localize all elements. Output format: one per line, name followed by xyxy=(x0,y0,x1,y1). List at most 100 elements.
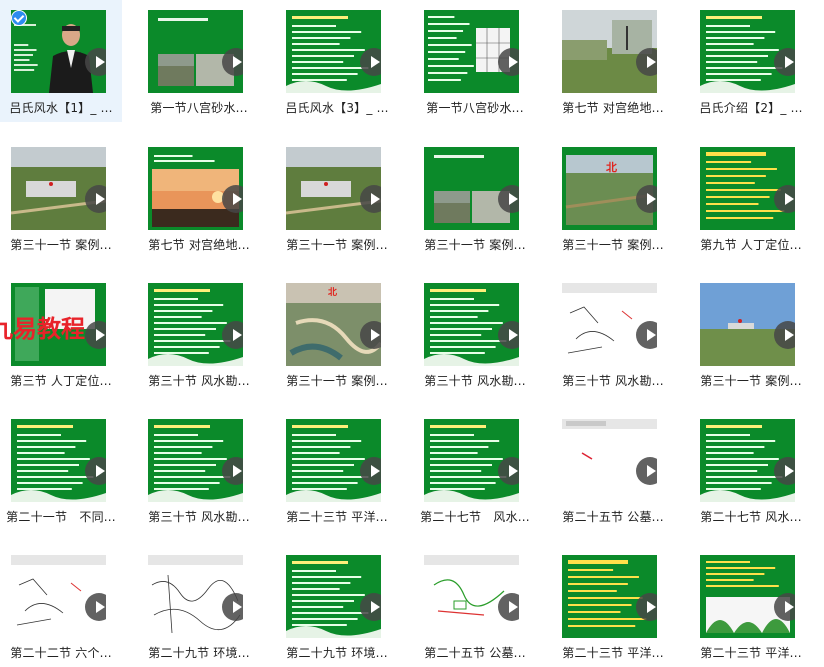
video-thumbnail[interactable] xyxy=(562,10,657,93)
video-tile[interactable]: 第二十三节 平洋... xyxy=(690,545,812,667)
video-thumbnail[interactable]: 北 xyxy=(286,283,381,366)
video-caption[interactable]: 第三十一节 案例... xyxy=(0,236,122,253)
video-tile[interactable]: 第九节 人丁定位... xyxy=(690,137,812,259)
video-caption[interactable]: 第九节 人丁定位... xyxy=(690,236,812,253)
video-thumbnail[interactable] xyxy=(700,10,795,93)
video-caption[interactable]: 第三十节 风水勘... xyxy=(138,508,260,525)
video-thumbnail[interactable] xyxy=(286,555,381,638)
video-caption[interactable]: 第三节 人丁定位... xyxy=(0,372,122,389)
video-tile[interactable]: 吕氏风水【3】_ ... xyxy=(276,0,398,122)
video-tile[interactable]: 第一节八宫砂水... xyxy=(138,0,260,122)
video-thumbnail[interactable] xyxy=(148,147,243,230)
video-tile[interactable]: 吕氏风水【1】_ ... xyxy=(0,0,122,122)
play-icon[interactable] xyxy=(636,48,657,76)
video-tile[interactable]: 吕氏介绍【2】_ ... xyxy=(690,0,812,122)
video-tile[interactable]: 第二十七节 风水... xyxy=(690,409,812,531)
video-tile[interactable]: 第二十五节 公墓... xyxy=(414,545,536,667)
video-thumbnail[interactable] xyxy=(11,419,106,502)
video-thumbnail[interactable] xyxy=(424,419,519,502)
video-thumbnail[interactable] xyxy=(148,555,243,638)
play-icon[interactable] xyxy=(360,593,381,621)
play-icon[interactable] xyxy=(774,185,795,213)
video-thumbnail[interactable] xyxy=(286,419,381,502)
video-caption[interactable]: 第七节 对宫绝地... xyxy=(138,236,260,253)
video-thumbnail[interactable] xyxy=(11,147,106,230)
play-icon[interactable] xyxy=(498,457,519,485)
video-tile[interactable]: 第二十二节 六个... xyxy=(0,545,122,667)
video-caption[interactable]: 第二十五节 公墓... xyxy=(552,508,674,525)
video-caption[interactable]: 第三十一节 案例... xyxy=(690,372,812,389)
video-thumbnail[interactable] xyxy=(700,147,795,230)
video-thumbnail[interactable] xyxy=(286,10,381,93)
selected-check-icon[interactable] xyxy=(11,10,27,26)
video-tile[interactable]: 第二十五节 公墓... xyxy=(552,409,674,531)
video-tile[interactable]: 第三十节 风水勘... xyxy=(138,409,260,531)
play-icon[interactable] xyxy=(774,321,795,349)
video-caption[interactable]: 吕氏风水【1】_ ... xyxy=(0,99,122,116)
play-icon[interactable] xyxy=(360,48,381,76)
video-tile[interactable]: 第二十九节 环境... xyxy=(138,545,260,667)
video-tile[interactable]: 第三十一节 案例... xyxy=(690,273,812,395)
video-thumbnail[interactable] xyxy=(424,147,519,230)
play-icon[interactable] xyxy=(498,593,519,621)
play-icon[interactable] xyxy=(222,593,243,621)
video-tile[interactable]: 第七节 对宫绝地... xyxy=(138,137,260,259)
video-thumbnail[interactable] xyxy=(11,555,106,638)
video-caption[interactable]: 吕氏介绍【2】_ ... xyxy=(690,99,812,116)
video-thumbnail[interactable] xyxy=(148,10,243,93)
play-icon[interactable] xyxy=(498,321,519,349)
play-icon[interactable] xyxy=(360,185,381,213)
video-tile[interactable]: 北第三十一节 案例... xyxy=(276,273,398,395)
play-icon[interactable] xyxy=(360,321,381,349)
play-icon[interactable] xyxy=(85,48,106,76)
video-thumbnail[interactable] xyxy=(424,283,519,366)
play-icon[interactable] xyxy=(498,48,519,76)
video-caption[interactable]: 第三十节 风水勘... xyxy=(138,372,260,389)
play-icon[interactable] xyxy=(636,321,657,349)
play-icon[interactable] xyxy=(222,48,243,76)
video-caption[interactable]: 第二十七节 风水... xyxy=(690,508,812,525)
play-icon[interactable] xyxy=(636,185,657,213)
play-icon[interactable] xyxy=(222,457,243,485)
video-thumbnail[interactable] xyxy=(562,555,657,638)
video-caption[interactable]: 第二十二节 六个... xyxy=(0,644,122,661)
video-tile[interactable]: 第三十节 风水勘... xyxy=(552,273,674,395)
play-icon[interactable] xyxy=(774,593,795,621)
video-thumbnail[interactable] xyxy=(424,555,519,638)
video-caption[interactable]: 第三十一节 案例... xyxy=(276,372,398,389)
play-icon[interactable] xyxy=(222,185,243,213)
video-thumbnail[interactable] xyxy=(148,419,243,502)
video-caption[interactable]: 第二十七节 风水... xyxy=(414,508,536,525)
video-caption[interactable]: 第二十三节 平洋... xyxy=(552,644,674,661)
video-tile[interactable]: 第二十一节 不同... xyxy=(0,409,122,531)
play-icon[interactable] xyxy=(774,48,795,76)
video-tile[interactable]: 第七节 对宫绝地... xyxy=(552,0,674,122)
video-tile[interactable]: 第一节八宫砂水... xyxy=(414,0,536,122)
video-tile[interactable]: 第三十一节 案例... xyxy=(0,137,122,259)
video-caption[interactable]: 第二十三节 平洋... xyxy=(690,644,812,661)
video-tile[interactable]: 第二十九节 环境... xyxy=(276,545,398,667)
video-tile[interactable]: 九易教程 第三节 人丁定位... xyxy=(0,273,122,395)
play-icon[interactable] xyxy=(498,185,519,213)
play-icon[interactable] xyxy=(222,321,243,349)
video-thumbnail[interactable] xyxy=(286,147,381,230)
video-thumbnail[interactable]: 北 xyxy=(562,147,657,230)
video-caption[interactable]: 第三十一节 案例... xyxy=(552,236,674,253)
video-tile[interactable]: 第二十三节 平洋... xyxy=(276,409,398,531)
video-thumbnail[interactable] xyxy=(700,419,795,502)
video-caption[interactable]: 第三十节 风水勘... xyxy=(414,372,536,389)
video-thumbnail[interactable] xyxy=(562,283,657,366)
video-caption[interactable]: 第三十一节 案例... xyxy=(414,236,536,253)
video-caption[interactable]: 第二十三节 平洋... xyxy=(276,508,398,525)
video-caption[interactable]: 第二十五节 公墓... xyxy=(414,644,536,661)
video-caption[interactable]: 第二十九节 环境... xyxy=(276,644,398,661)
play-icon[interactable] xyxy=(85,457,106,485)
video-thumbnail[interactable] xyxy=(562,419,657,502)
video-caption[interactable]: 第三十一节 案例... xyxy=(276,236,398,253)
video-caption[interactable]: 吕氏风水【3】_ ... xyxy=(276,99,398,116)
video-caption[interactable]: 第一节八宫砂水... xyxy=(138,99,260,116)
video-caption[interactable]: 第一节八宫砂水... xyxy=(414,99,536,116)
video-tile[interactable]: 第二十三节 平洋... xyxy=(552,545,674,667)
video-thumbnail[interactable] xyxy=(700,555,795,638)
play-icon[interactable] xyxy=(85,185,106,213)
